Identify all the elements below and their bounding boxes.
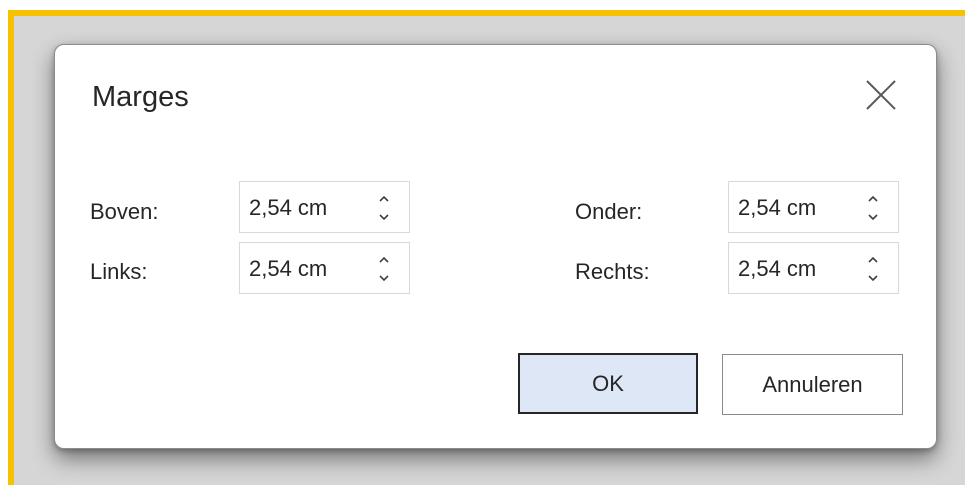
left-margin-value[interactable]: 2,54 cm bbox=[249, 256, 327, 282]
ok-button[interactable]: OK bbox=[518, 353, 698, 414]
top-margin-spinner[interactable]: 2,54 cm bbox=[239, 181, 410, 233]
bottom-margin-spinner[interactable]: 2,54 cm bbox=[728, 181, 899, 233]
close-button[interactable] bbox=[863, 77, 899, 113]
spinner-arrows bbox=[866, 251, 880, 287]
bottom-margin-value[interactable]: 2,54 cm bbox=[738, 195, 816, 221]
left-margin-spinner[interactable]: 2,54 cm bbox=[239, 242, 410, 294]
screen: Marges Boven: 2,54 cm Onder: 2,54 cm Lin… bbox=[0, 0, 965, 485]
chevron-down-icon[interactable] bbox=[866, 272, 880, 284]
chevron-up-icon[interactable] bbox=[377, 254, 391, 266]
chevron-up-icon[interactable] bbox=[866, 193, 880, 205]
chevron-down-icon[interactable] bbox=[377, 211, 391, 223]
top-margin-value[interactable]: 2,54 cm bbox=[249, 195, 327, 221]
left-margin-label: Links: bbox=[90, 259, 148, 284]
right-margin-label: Rechts: bbox=[575, 259, 650, 284]
chevron-down-icon[interactable] bbox=[866, 211, 880, 223]
chevron-up-icon[interactable] bbox=[866, 254, 880, 266]
right-margin-spinner[interactable]: 2,54 cm bbox=[728, 242, 899, 294]
top-margin-label: Boven: bbox=[90, 199, 159, 224]
chevron-down-icon[interactable] bbox=[377, 272, 391, 284]
dialog-title: Marges bbox=[92, 81, 189, 113]
spinner-arrows bbox=[377, 251, 391, 287]
right-margin-value[interactable]: 2,54 cm bbox=[738, 256, 816, 282]
spinner-arrows bbox=[866, 190, 880, 226]
bottom-margin-label: Onder: bbox=[575, 199, 643, 224]
chevron-up-icon[interactable] bbox=[377, 193, 391, 205]
close-icon bbox=[866, 80, 896, 110]
spinner-arrows bbox=[377, 190, 391, 226]
cancel-button[interactable]: Annuleren bbox=[722, 354, 903, 415]
margins-dialog: Marges Boven: 2,54 cm Onder: 2,54 cm Lin… bbox=[54, 44, 937, 449]
